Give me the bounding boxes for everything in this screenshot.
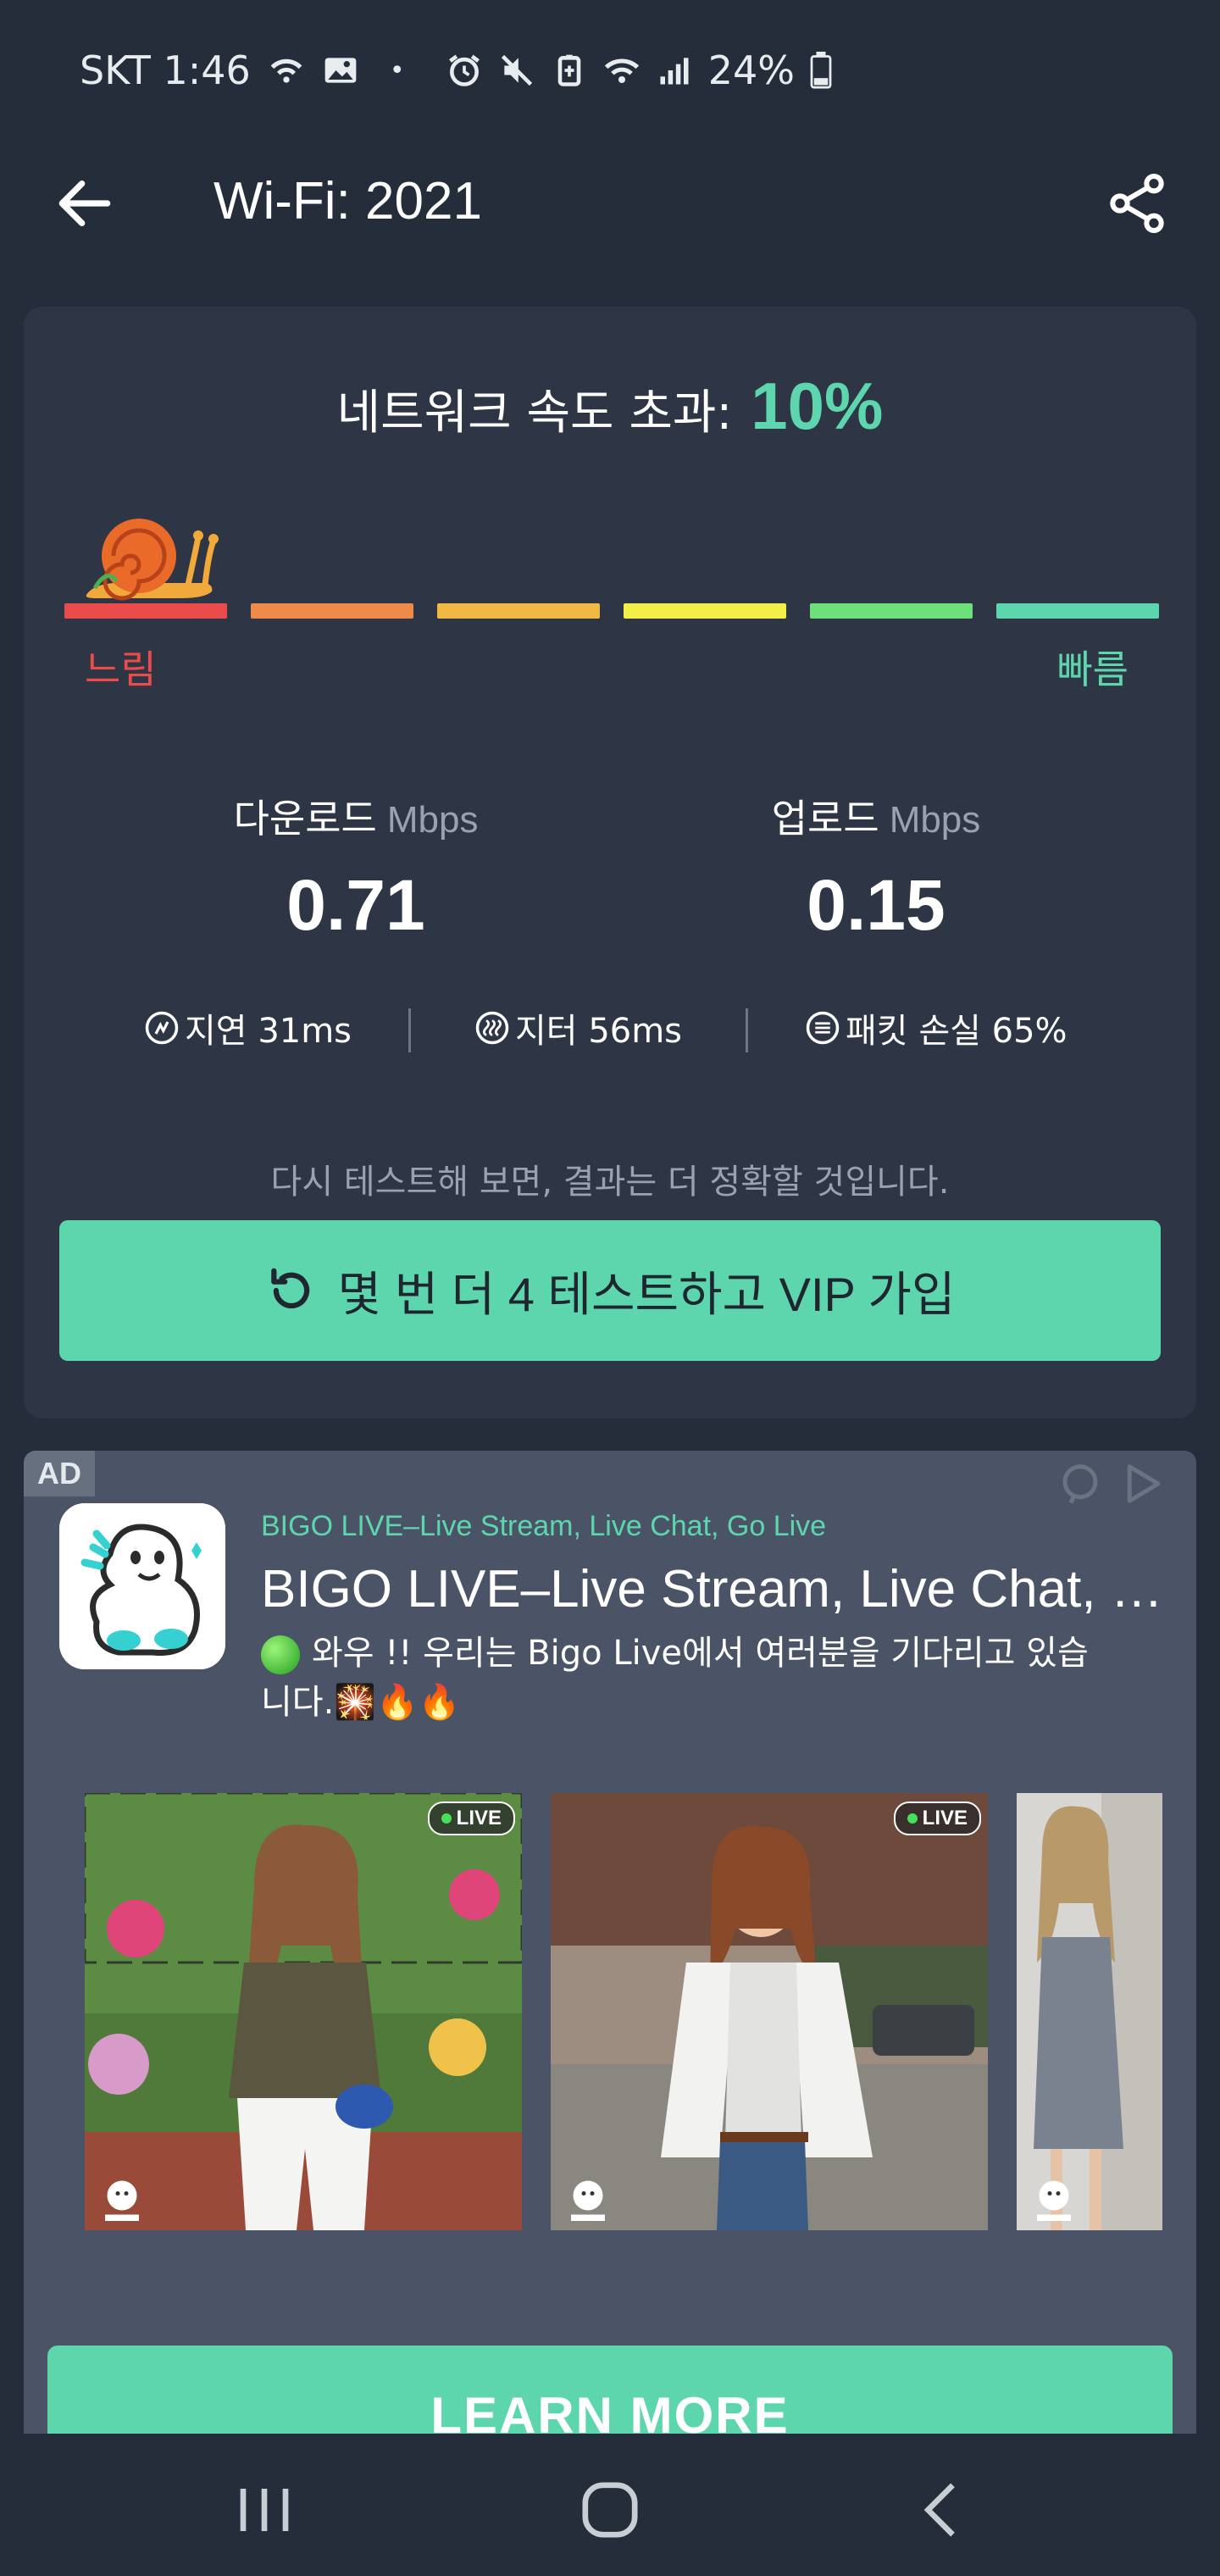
speed-result-card: 네트워크 속도 초과: 10% 느림 빠름 다운로드 Mbps 0.71 업로드 Mb… <box>24 307 1196 1418</box>
packet-loss-text: 패킷 손실 65% <box>846 1012 1068 1051</box>
ad-choices-icon[interactable] <box>1120 1461 1166 1507</box>
live-badge: LIVE <box>893 1802 981 1835</box>
jitter-stat: 지터 56ms <box>474 1003 682 1052</box>
carrier-time: SKT 1:46 <box>80 47 251 93</box>
home-icon[interactable] <box>568 2468 652 2552</box>
alarm-icon <box>448 54 480 86</box>
download-metric: 다운로드 Mbps 0.71 <box>144 788 568 947</box>
upload-metric: 업로드 Mbps 0.15 <box>664 788 1088 947</box>
battery-icon <box>810 52 832 89</box>
scale-segment <box>251 603 413 619</box>
ad-image-carousel[interactable]: LIVE LIVE <box>85 1793 1186 2230</box>
wifi-icon <box>604 58 639 84</box>
bigo-mascot-icon <box>59 1503 225 1669</box>
retest-vip-label: 몇 번 더 4 테스트하고 VIP 가입 <box>337 1267 956 1321</box>
network-stats: 지연 31ms 지터 56ms 패킷 손실 65% <box>24 1003 1196 1054</box>
scale-segment <box>810 603 973 619</box>
ad-sponsor[interactable]: BIGO LIVE–Live Stream, Live Chat, Go Liv… <box>261 1510 826 1543</box>
ad-body: 와우 !! 우리는 Bigo Live에서 여러분을 기다리고 있습니다.🎇🔥🔥 <box>261 1629 1108 1727</box>
download-value: 0.71 <box>286 865 425 945</box>
scale-segment <box>996 603 1159 619</box>
back-icon[interactable] <box>900 2468 984 2552</box>
page-title: Wi-Fi: 2021 <box>214 172 482 230</box>
packet-loss-icon <box>806 1011 840 1045</box>
ad-image[interactable]: LIVE <box>551 1793 988 2230</box>
fast-label: 빠름 <box>1056 647 1128 692</box>
recent-apps-icon[interactable] <box>222 2468 307 2552</box>
ad-tag: AD <box>24 1451 95 1496</box>
upload-unit: Mbps <box>889 799 981 841</box>
learn-more-button[interactable]: LEARN MORE <box>47 2346 1173 2434</box>
ad-title[interactable]: BIGO LIVE–Live Stream, Live Chat, Go Liv… <box>261 1559 1176 1619</box>
share-icon[interactable] <box>1103 169 1171 237</box>
stat-divider <box>746 1008 748 1052</box>
scale-segment <box>437 603 600 619</box>
speed-scale <box>64 603 1159 619</box>
system-nav-bar <box>0 2434 1220 2576</box>
retest-hint: 다시 테스트해 보면, 결과는 더 정확할 것입니다. <box>270 1163 950 1202</box>
gallery-icon <box>324 58 357 83</box>
ad-card[interactable]: AD BIGO LIVE–Live Stream, Live Chat, Go … <box>24 1451 1196 2434</box>
ad-photo <box>551 1793 988 2230</box>
status-bar: SKT 1:46 • 24% <box>0 0 1220 144</box>
mute-icon <box>501 54 532 86</box>
upload-label: 업로드 <box>771 796 879 841</box>
latency-text: 지연 31ms <box>185 1012 352 1051</box>
latency-stat: 지연 31ms <box>144 1003 352 1052</box>
retest-vip-button[interactable]: 몇 번 더 4 테스트하고 VIP 가입 <box>59 1220 1161 1361</box>
live-badge: LIVE <box>427 1802 515 1835</box>
status-left: SKT 1:46 • <box>80 47 405 93</box>
download-unit: Mbps <box>386 799 479 841</box>
wifi-calling-icon <box>270 58 302 83</box>
ad-photo <box>85 1793 522 2230</box>
status-right: 24% <box>446 47 832 93</box>
speed-heading: 네트워크 속도 초과: 10% <box>24 368 1196 445</box>
bigo-app-logo[interactable] <box>59 1503 225 1669</box>
bigo-watermark-icon <box>571 2180 605 2221</box>
stat-divider <box>408 1008 411 1052</box>
app-bar: Wi-Fi: 2021 <box>0 144 1220 284</box>
jitter-icon <box>475 1011 509 1045</box>
upload-value: 0.15 <box>807 865 946 945</box>
refresh-icon <box>270 1268 309 1309</box>
ad-image[interactable]: LIVE <box>85 1793 522 2230</box>
ad-choices[interactable] <box>1057 1461 1166 1507</box>
bigo-watermark-icon <box>1037 2180 1071 2221</box>
scale-segment <box>64 603 227 619</box>
download-label: 다운로드 <box>233 796 377 841</box>
live-badge-text: LIVE <box>456 1807 502 1829</box>
speed-heading-text: 네트워크 속도 초과: <box>336 386 733 441</box>
latency-icon <box>145 1011 179 1045</box>
signal-icon <box>660 58 689 85</box>
live-badge-text: LIVE <box>922 1807 968 1829</box>
status-dot: • <box>389 55 405 86</box>
ad-photo <box>1017 1793 1162 2230</box>
scale-segment <box>624 603 786 619</box>
battery-saver-icon <box>557 54 581 86</box>
speed-percent: 10% <box>751 369 884 443</box>
bigo-watermark-icon <box>105 2180 139 2221</box>
ad-feedback-icon[interactable] <box>1057 1461 1103 1507</box>
arrow-left-icon[interactable] <box>51 169 119 237</box>
snail-icon <box>86 519 219 601</box>
battery-percent: 24% <box>707 47 795 93</box>
packet-loss-stat: 패킷 손실 65% <box>805 1003 1068 1052</box>
green-circle-icon <box>261 1635 300 1674</box>
ad-body-text: 와우 !! 우리는 Bigo Live에서 여러분을 기다리고 있습니다.🎇🔥🔥 <box>261 1634 1089 1722</box>
jitter-text: 지터 56ms <box>515 1012 683 1051</box>
slow-label: 느림 <box>85 647 157 692</box>
ad-image[interactable] <box>1017 1793 1162 2230</box>
